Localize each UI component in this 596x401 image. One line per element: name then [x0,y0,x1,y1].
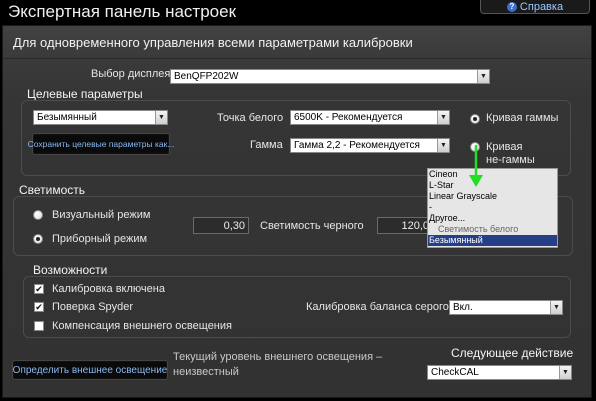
luminance-heading: Светимость [19,183,86,197]
help-label: Справка [519,0,564,13]
targets-heading: Целевые параметры [27,87,143,101]
next-action-value: CheckCAL [431,367,479,378]
gamma-value: Гамма 2,2 - Рекомендуется [294,140,420,151]
ambient-compensation-label: Компенсация внешнего освещения [52,320,232,332]
white-point-select[interactable]: 6500K - Рекомендуется ▼ [290,110,450,125]
spyder-check-label: Поверка Spyder [52,301,134,313]
ambient-status-line-1: Текущий уровень внешнего освещения – [173,351,383,363]
save-targets-button[interactable]: Сохранить целевые параметры как... [28,134,174,154]
spyder-check-checkbox[interactable]: ✔ [34,302,44,312]
gamma-curve-label: Кривая гаммы [486,112,559,124]
gamma-curve-radio[interactable] [470,114,480,124]
black-luminance-label: Светимость черного [260,220,364,232]
black-luminance-field[interactable]: 0,30 [193,217,249,234]
gamma-curve-dropdown-list: Cineon L-Star Linear Grayscale - Другое.… [427,168,558,248]
chevron-down-icon: ▼ [559,366,571,379]
white-point-value: 6500K - Рекомендуется [294,112,403,123]
dropdown-option-selected[interactable]: Безымянный [428,235,557,246]
help-button[interactable]: ? Справка [480,0,590,14]
white-luminance-field[interactable]: 120,0 [377,217,433,234]
white-point-label: Точка белого [217,112,284,124]
gray-balance-label: Калибровка баланса серого [306,301,449,313]
display-label: Выбор дисплея [91,68,171,80]
gamma-select[interactable]: Гамма 2,2 - Рекомендуется ▼ [290,138,450,153]
display-select-value: BenQFP202W [174,71,239,82]
device-mode-label: Приборный режим [52,233,148,245]
dropdown-option[interactable]: Cineon [428,169,557,180]
calibration-enabled-checkbox[interactable]: ✔ [34,284,44,294]
target-preset-value: Безымянный [37,112,97,123]
question-circle-icon: ? [506,1,517,12]
window-title: Экспертная панель настроек [8,2,237,21]
arrow-down-icon [469,145,483,187]
dropdown-option[interactable]: L-Star [428,180,557,191]
gamma-label: Гамма [250,139,283,151]
visual-mode-label: Визуальный режим [52,209,151,221]
non-gamma-label-1: Кривая [486,141,523,153]
obscured-text: Светимость белого [438,224,519,234]
panel-subtitle: Для одновременного управления всеми пара… [3,26,591,59]
non-gamma-label-2: не-гаммы [486,154,535,166]
calibration-enabled-label: Калибровка включена [52,283,165,295]
gray-balance-select[interactable]: Вкл. ▼ [449,300,563,315]
chevron-down-icon: ▼ [437,139,449,152]
chevron-down-icon: ▼ [550,301,562,314]
device-mode-radio[interactable] [33,234,43,244]
detect-ambient-button[interactable]: Определить внешнее освещение [13,361,167,379]
features-heading: Возможности [33,263,108,277]
dropdown-option[interactable]: Linear Grayscale [428,191,557,202]
chevron-down-icon: ▼ [437,111,449,124]
chevron-down-icon: ▼ [155,111,167,124]
dropdown-option[interactable]: Другое... [428,213,557,224]
next-action-select[interactable]: CheckCAL ▼ [427,365,572,380]
chevron-down-icon: ▼ [477,70,489,83]
ambient-compensation-checkbox[interactable] [34,321,44,331]
dropdown-option[interactable]: - [428,202,557,213]
visual-mode-radio[interactable] [33,210,43,220]
display-select[interactable]: BenQFP202W ▼ [170,69,490,84]
gray-balance-value: Вкл. [453,302,473,313]
next-action-heading: Следующее действие [451,346,574,360]
target-preset-select[interactable]: Безымянный ▼ [33,110,168,125]
ambient-status-line-2: неизвестный [173,366,239,378]
